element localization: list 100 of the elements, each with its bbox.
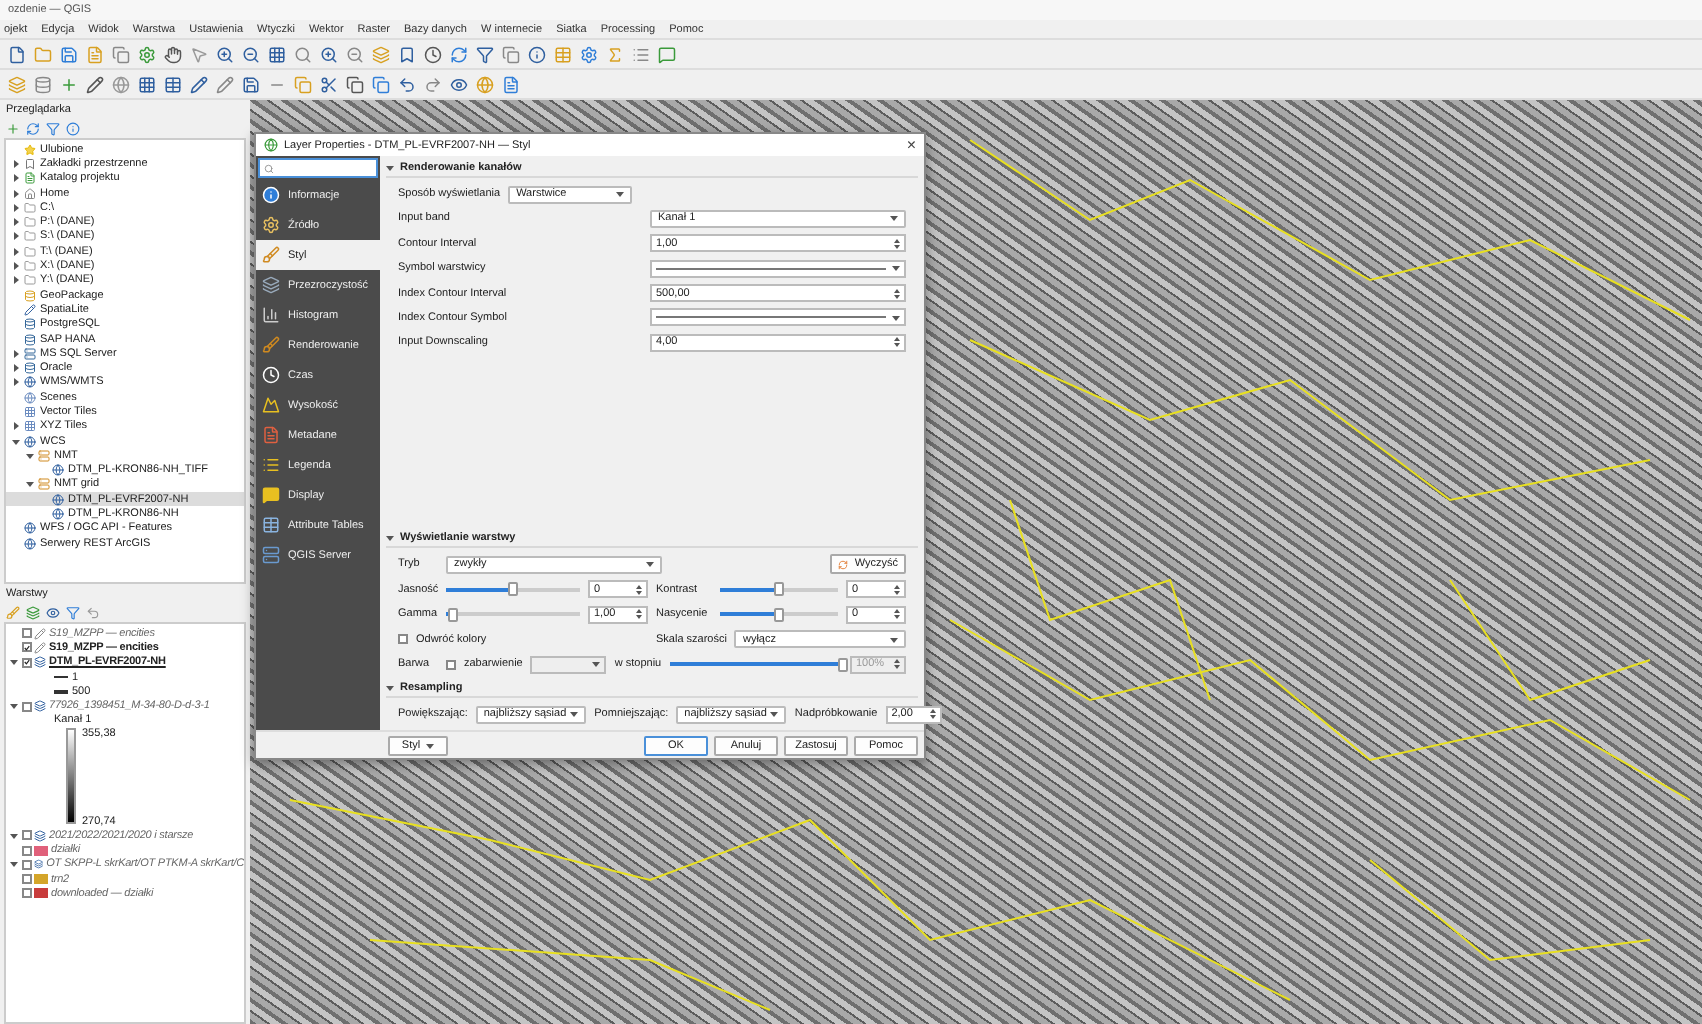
slider-track[interactable] — [446, 612, 580, 617]
expand-arrow-icon[interactable] — [25, 451, 33, 460]
copy-icon[interactable] — [502, 45, 520, 63]
spin-arrows-icon[interactable] — [929, 708, 936, 720]
expand-arrow-icon[interactable] — [11, 203, 19, 212]
expand-arrow-icon[interactable] — [9, 831, 17, 840]
filter-icon[interactable] — [66, 605, 80, 619]
expand-arrow-icon[interactable] — [11, 159, 19, 168]
expand-arrow-icon[interactable] — [11, 276, 19, 285]
plus-icon[interactable] — [60, 75, 78, 93]
info-icon[interactable] — [528, 45, 546, 63]
eye-icon[interactable] — [450, 75, 468, 93]
pencil-icon[interactable] — [86, 75, 104, 93]
copy-icon[interactable] — [112, 45, 130, 63]
refresh-icon[interactable] — [26, 121, 40, 135]
copy-icon[interactable] — [346, 75, 364, 93]
pointer-icon[interactable] — [190, 45, 208, 63]
slider-track[interactable] — [720, 587, 838, 592]
save-icon[interactable] — [242, 75, 260, 93]
slider-handle[interactable] — [447, 607, 458, 622]
collapse-caret-icon[interactable] — [386, 534, 394, 543]
clock-icon[interactable] — [424, 45, 442, 63]
grid-icon[interactable] — [268, 45, 286, 63]
spin-arrows-icon[interactable] — [894, 336, 900, 349]
expand-arrow-icon[interactable] — [11, 262, 19, 271]
new-file-icon[interactable] — [8, 45, 26, 63]
zoom-in-icon[interactable] — [216, 45, 234, 63]
slider-handle[interactable] — [774, 582, 784, 597]
info-icon[interactable] — [66, 121, 80, 135]
checkbox[interactable] — [446, 659, 456, 669]
spin-arrows-icon[interactable] — [636, 583, 642, 596]
spin-arrows-icon[interactable] — [894, 583, 900, 596]
symbol-button[interactable] — [650, 259, 906, 278]
slider-handle[interactable] — [508, 582, 518, 597]
book-icon[interactable] — [502, 75, 520, 93]
undo-icon[interactable] — [398, 75, 416, 93]
speech-bubble-icon[interactable] — [658, 45, 676, 63]
expand-arrow-icon[interactable] — [11, 378, 19, 387]
database-icon[interactable] — [34, 75, 52, 93]
scissors-icon[interactable] — [320, 75, 338, 93]
expand-arrow-icon[interactable] — [9, 658, 17, 667]
search-icon[interactable] — [294, 45, 312, 63]
table-icon[interactable] — [164, 75, 182, 93]
undo-icon[interactable] — [86, 605, 100, 619]
search-field[interactable] — [258, 158, 378, 178]
expand-arrow-icon[interactable] — [11, 232, 19, 241]
color-picker[interactable] — [530, 655, 607, 673]
filter-icon[interactable] — [46, 121, 60, 135]
spin-arrows-icon[interactable] — [894, 608, 900, 621]
layer-checkbox[interactable] — [21, 642, 31, 653]
globe-icon — [52, 464, 64, 477]
slider-handle[interactable] — [774, 607, 784, 622]
expand-arrow-icon[interactable] — [25, 480, 33, 489]
layer-checkbox[interactable] — [21, 628, 31, 639]
expand-arrow-icon[interactable] — [11, 247, 19, 256]
expand-arrow-icon[interactable] — [9, 860, 17, 869]
pencil-icon[interactable] — [216, 75, 234, 93]
expand-arrow-icon[interactable] — [11, 218, 19, 227]
zoom-in-icon[interactable] — [320, 45, 338, 63]
expand-arrow-icon[interactable] — [11, 174, 19, 183]
close-icon[interactable]: × — [906, 136, 916, 154]
filter-icon[interactable] — [476, 45, 494, 63]
gear-icon[interactable] — [580, 45, 598, 63]
list-icon[interactable] — [632, 45, 650, 63]
pencil-icon[interactable] — [190, 75, 208, 93]
layer-checkbox[interactable] — [21, 845, 31, 856]
gear-icon[interactable] — [138, 45, 156, 63]
layers-icon[interactable] — [26, 605, 40, 619]
layer-checkbox[interactable] — [21, 888, 31, 899]
bookmark-icon[interactable] — [398, 45, 416, 63]
save-icon[interactable] — [60, 45, 78, 63]
expand-arrow-icon[interactable] — [11, 189, 19, 198]
zoom-out-icon[interactable] — [346, 45, 364, 63]
expand-arrow-icon[interactable] — [9, 702, 17, 711]
refresh-icon[interactable] — [450, 45, 468, 63]
layer-checkbox[interactable] — [21, 657, 31, 668]
globe-icon[interactable] — [112, 75, 130, 93]
spin-arrows-icon[interactable] — [894, 237, 900, 250]
redo-icon[interactable] — [424, 75, 442, 93]
layer-checkbox[interactable] — [21, 859, 31, 870]
layer-checkbox[interactable] — [21, 830, 31, 841]
spin-arrows-icon[interactable] — [636, 608, 642, 621]
copy-icon[interactable] — [372, 75, 390, 93]
spin-arrows-icon[interactable] — [894, 287, 900, 300]
expand-arrow-icon[interactable] — [11, 349, 19, 358]
zoom-out-icon[interactable] — [242, 45, 260, 63]
layer-checkbox[interactable] — [21, 874, 31, 885]
symbol-button[interactable] — [650, 308, 906, 327]
layer-checkbox[interactable] — [21, 701, 31, 712]
expand-arrow-icon[interactable] — [11, 364, 19, 373]
slider-track[interactable] — [446, 587, 580, 592]
expand-arrow-icon[interactable] — [11, 437, 19, 446]
hand-icon[interactable] — [164, 45, 182, 63]
eye-icon[interactable] — [46, 605, 60, 619]
slider-track[interactable] — [720, 612, 838, 617]
expand-arrow-icon[interactable] — [11, 422, 19, 431]
collapse-caret-icon[interactable] — [386, 684, 394, 692]
grid-icon[interactable] — [138, 75, 156, 93]
checkbox[interactable] — [398, 634, 408, 645]
collapse-caret-icon[interactable] — [386, 164, 394, 172]
